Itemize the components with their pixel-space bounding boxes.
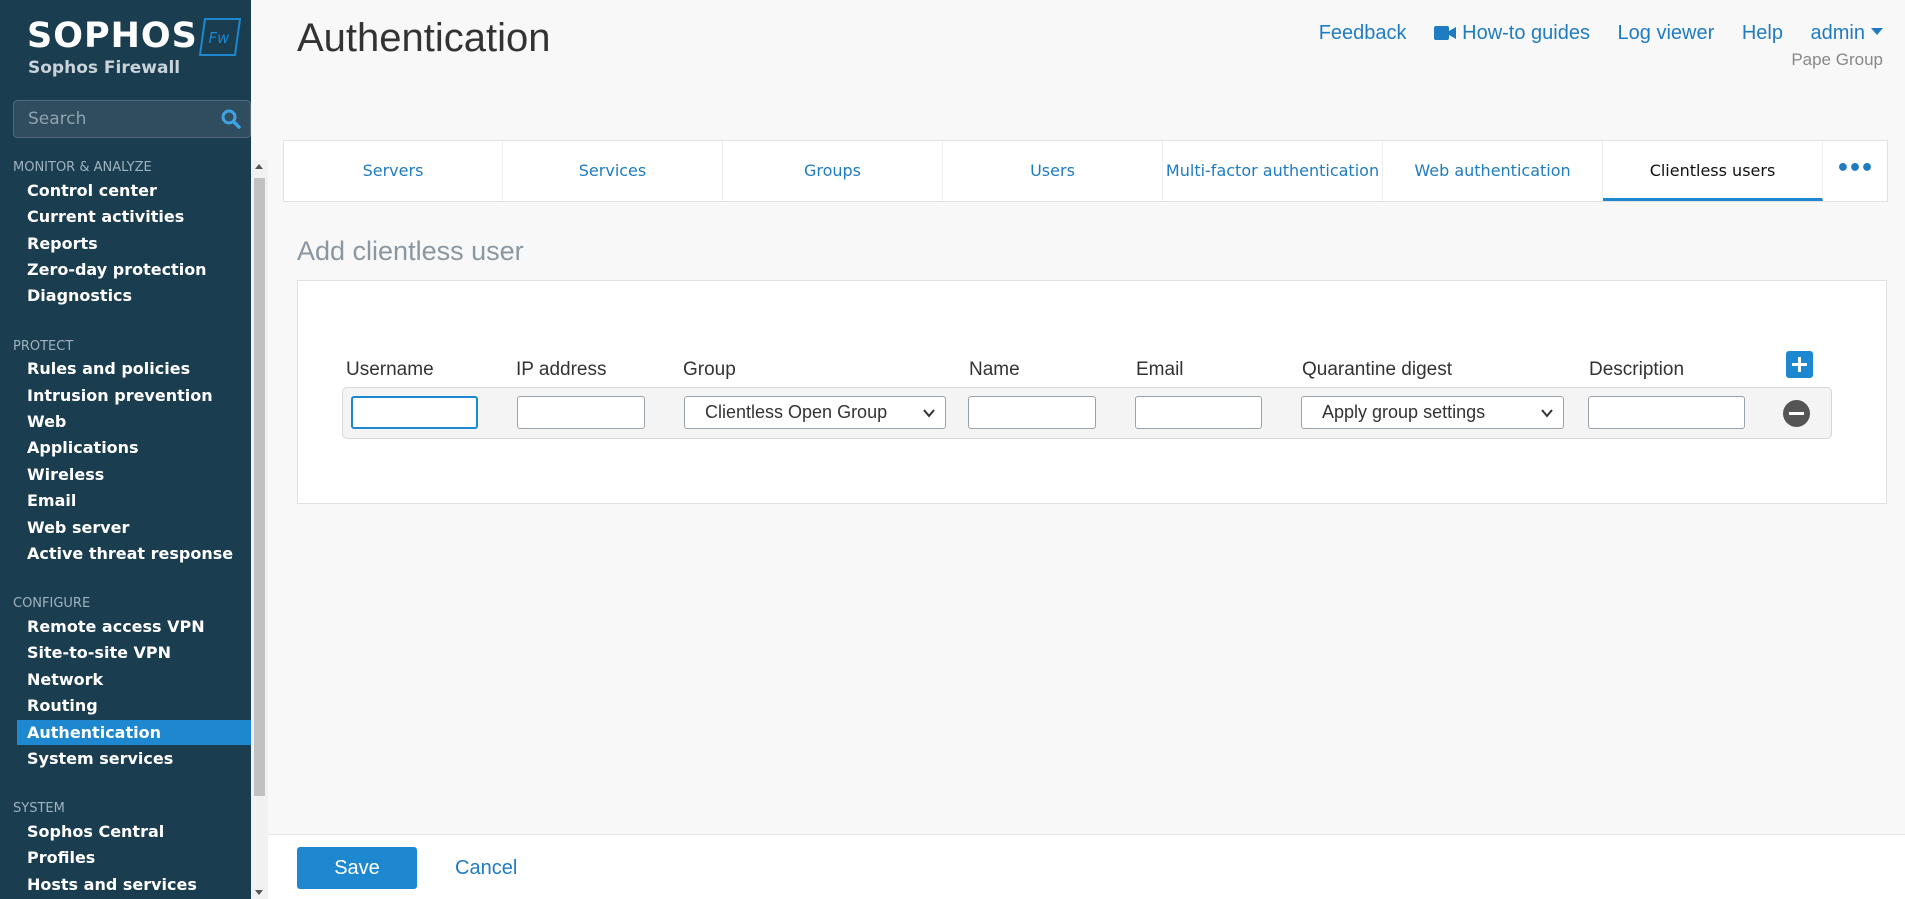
chevron-down-icon [923,409,935,418]
feedback-link[interactable]: Feedback [1319,22,1407,45]
tab-groups[interactable]: Groups [723,141,943,201]
scroll-up-arrow-icon[interactable] [255,164,263,169]
tab-services[interactable]: Services [503,141,723,201]
caret-down-icon [1871,28,1883,35]
tab-servers[interactable]: Servers [284,141,503,201]
group-select-value: Clientless Open Group [705,402,888,422]
column-description: Description [1589,359,1685,380]
sidebar-item-diagnostics[interactable]: Diagnostics [17,283,251,308]
sidebar-item-remote-access-vpn[interactable]: Remote access VPN [17,614,251,639]
help-link[interactable]: Help [1742,22,1783,45]
tab-users[interactable]: Users [943,141,1163,201]
brand-name: SOPHOS [27,16,198,56]
sidebar-search [13,100,251,138]
column-group: Group [683,359,736,380]
tab-bar: Servers Services Groups Users Multi-fact… [283,140,1888,202]
tab-web-authentication[interactable]: Web authentication [1383,141,1603,201]
sidebar-item-email[interactable]: Email [17,488,251,513]
sidebar-nav: MONITOR & ANALYZE Control center Current… [0,160,251,899]
sidebar-item-profiles[interactable]: Profiles [17,845,251,870]
sidebar-item-active-threat-response[interactable]: Active threat response [17,541,251,566]
howto-guides-label: How-to guides [1462,22,1590,44]
user-entry-row: Clientless Open Group Apply group settin… [342,387,1832,439]
brand-logo: SOPHOS Fw Sophos Firewall [27,16,242,86]
sidebar-item-reports[interactable]: Reports [17,231,251,256]
remove-row-button[interactable] [1783,400,1810,427]
sidebar-item-rules-and-policies[interactable]: Rules and policies [17,356,251,381]
scroll-down-arrow-icon[interactable] [255,890,263,895]
username-input[interactable] [351,396,478,429]
product-name: Sophos Firewall [28,58,181,78]
quarantine-digest-select[interactable]: Apply group settings [1301,396,1564,429]
org-name: Pape Group [1791,50,1883,69]
description-input[interactable] [1588,396,1745,429]
sidebar-item-web-server[interactable]: Web server [17,515,251,540]
tab-clientless-users[interactable]: Clientless users [1603,141,1823,201]
sidebar: SOPHOS Fw Sophos Firewall MONITOR & ANAL… [0,0,251,899]
sidebar-item-intrusion-prevention[interactable]: Intrusion prevention [17,383,251,408]
footer-bar: Save Cancel [268,834,1905,899]
nav-section-protect: PROTECT [13,339,74,354]
nav-section-configure: CONFIGURE [13,596,91,611]
video-camera-icon [1434,26,1457,40]
top-links: Feedback How-to guides Log viewer Help a… [1297,22,1883,48]
sidebar-item-web[interactable]: Web [17,409,251,434]
column-username: Username [346,359,434,380]
cancel-button[interactable]: Cancel [455,847,517,889]
sidebar-item-control-center[interactable]: Control center [17,178,251,203]
log-viewer-link[interactable]: Log viewer [1618,22,1715,45]
search-input[interactable] [14,101,214,137]
quarantine-digest-value: Apply group settings [1322,402,1486,422]
search-icon[interactable] [221,109,241,129]
column-quarantine-digest: Quarantine digest [1302,359,1452,380]
sidebar-item-routing[interactable]: Routing [17,693,251,718]
email-input[interactable] [1135,396,1262,429]
sidebar-item-sophos-central[interactable]: Sophos Central [17,819,251,844]
svg-text:Fw: Fw [209,29,231,47]
ip-address-input[interactable] [517,396,645,429]
add-row-button[interactable] [1786,351,1813,378]
firewall-badge-icon: Fw [199,18,241,56]
sidebar-item-network[interactable]: Network [17,667,251,692]
howto-guides-link[interactable]: How-to guides [1434,22,1590,45]
sidebar-item-site-to-site-vpn[interactable]: Site-to-site VPN [17,640,251,665]
clientless-user-form: Username IP address Group Name Email Qua… [297,280,1887,504]
column-email: Email [1136,359,1184,380]
sidebar-item-authentication[interactable]: Authentication [17,720,251,745]
name-input[interactable] [968,396,1096,429]
sidebar-item-hosts-and-services[interactable]: Hosts and services [17,872,251,897]
nav-section-monitor: MONITOR & ANALYZE [13,160,152,175]
sidebar-item-applications[interactable]: Applications [17,435,251,460]
group-select[interactable]: Clientless Open Group [684,396,946,429]
tab-multi-factor-authentication[interactable]: Multi-factor authentication [1163,141,1383,201]
nav-section-system: SYSTEM [13,801,65,816]
save-button[interactable]: Save [297,847,417,889]
sidebar-scrollbar-thumb[interactable] [254,178,265,796]
sidebar-scrollbar[interactable] [251,160,268,899]
more-tabs-icon[interactable]: ••• [1821,141,1887,201]
chevron-down-icon [1541,409,1553,418]
sidebar-item-wireless[interactable]: Wireless [17,462,251,487]
section-title: Add clientless user [297,236,524,266]
sidebar-item-system-services[interactable]: System services [17,746,251,771]
user-menu[interactable]: admin [1811,22,1883,45]
column-name: Name [969,359,1020,380]
user-name: admin [1810,22,1865,44]
sidebar-item-zero-day-protection[interactable]: Zero-day protection [17,257,251,282]
column-ip-address: IP address [516,359,607,380]
sidebar-item-current-activities[interactable]: Current activities [17,204,251,229]
page-title: Authentication [297,16,551,60]
